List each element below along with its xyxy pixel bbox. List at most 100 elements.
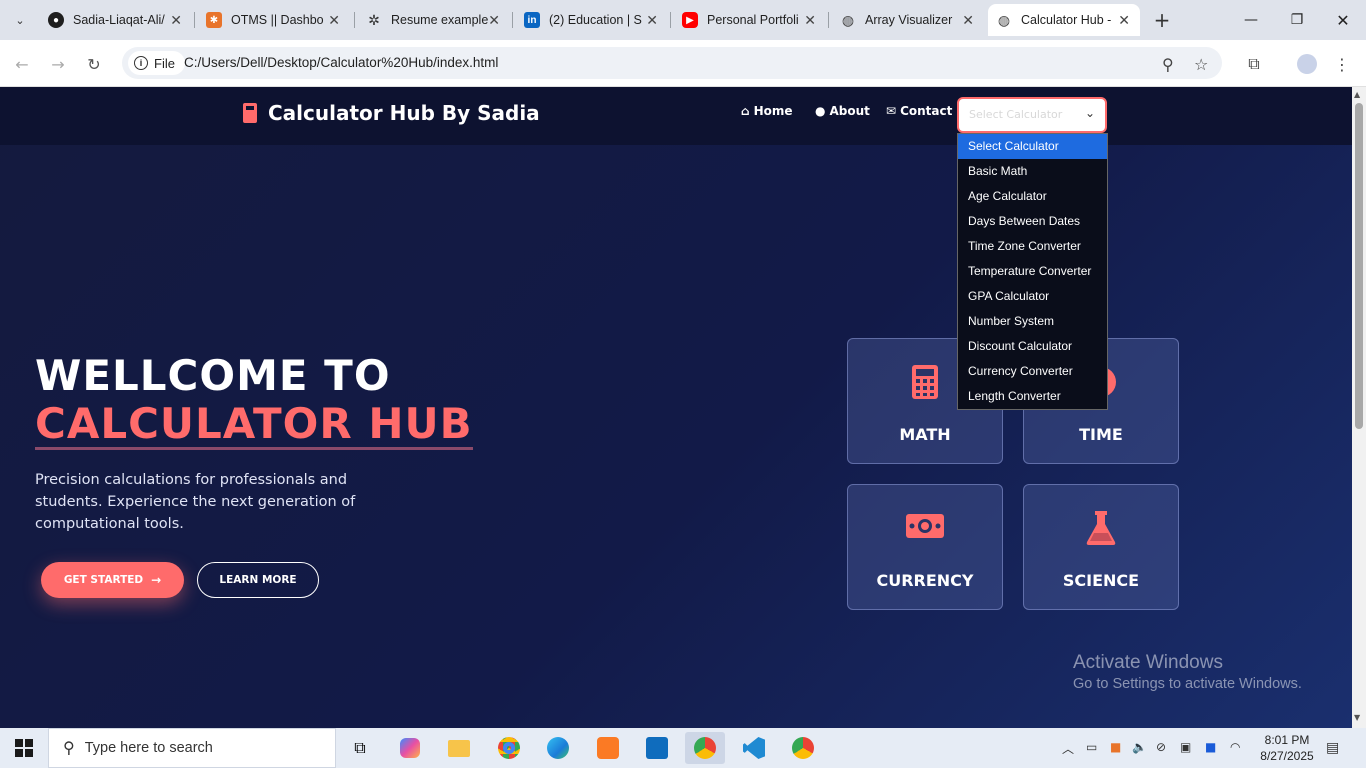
xampp-icon: ✱ (206, 12, 222, 28)
chrome-profile-icon[interactable] (685, 732, 725, 764)
tab-portfolio[interactable]: ▶ Personal Portfoli ✕ (674, 4, 826, 36)
linkedin-icon: in (524, 12, 540, 28)
windows-start-icon[interactable] (0, 728, 48, 768)
xampp-icon[interactable] (588, 732, 628, 764)
task-view-icon[interactable]: ⧉ (340, 732, 380, 764)
tab-array-visualizer[interactable]: ◍ Array Visualizer ✕ (832, 4, 984, 36)
forward-arrow-icon[interactable]: → (44, 50, 72, 78)
select-option[interactable]: Basic Math (958, 159, 1107, 184)
arrow-right-icon: → (151, 573, 162, 587)
select-option[interactable]: Days Between Dates (958, 209, 1107, 234)
close-window-icon[interactable]: ✕ (1320, 0, 1366, 40)
battery-icon[interactable]: ▭ (1086, 740, 1097, 754)
globe-icon: ◍ (841, 11, 855, 28)
bookmark-star-icon[interactable]: ☆ (1194, 55, 1208, 74)
globe-icon: ◍ (997, 11, 1011, 28)
learn-more-button[interactable]: LEARN MORE (197, 562, 319, 598)
tab-calculator-hub[interactable]: ◍ Calculator Hub - ✕ (988, 4, 1140, 36)
taskbar-clock[interactable]: 8:01 PM 8/27/2025 (1252, 732, 1322, 764)
extensions-icon[interactable]: ⧉ (1242, 52, 1266, 76)
card-currency[interactable]: CURRENCY (847, 484, 1003, 610)
hero-title-line1: WELLCOME TO (35, 351, 391, 400)
select-option[interactable]: Currency Converter (958, 359, 1107, 384)
calculator-select-dropdown: Select Calculator Basic Math Age Calcula… (957, 133, 1108, 410)
nav-home[interactable]: ⌂ Home (741, 104, 793, 118)
back-arrow-icon[interactable]: ← (8, 50, 36, 78)
github-icon: ● (48, 12, 64, 28)
money-icon (848, 511, 1002, 541)
nav-contact[interactable]: ✉ Contact (886, 104, 952, 118)
display-icon[interactable]: ▣ (1180, 740, 1191, 754)
flask-icon (1024, 511, 1178, 545)
more-menu-icon[interactable]: ⋮ (1330, 52, 1354, 76)
activate-windows-subtitle: Go to Settings to activate Windows. (1073, 676, 1302, 692)
close-tab-icon[interactable]: ✕ (962, 12, 974, 29)
show-hidden-icons-chevron-icon[interactable]: ︿ (1062, 740, 1074, 757)
tab-resume[interactable]: ✲ Resume example ✕ (358, 4, 510, 36)
youtube-icon: ▶ (682, 12, 698, 28)
copilot-icon[interactable] (390, 732, 430, 764)
browser-toolbar: ← → ↻ i File C:/Users/Dell/Desktop/Calcu… (0, 40, 1366, 87)
chevron-down-icon: ⌄ (1084, 106, 1095, 120)
close-tab-icon[interactable]: ✕ (1118, 12, 1130, 29)
select-option[interactable]: Number System (958, 309, 1107, 334)
close-tab-icon[interactable]: ✕ (804, 12, 816, 29)
web-page: Calculator Hub By Sadia ⌂ Home ● About ✉… (0, 87, 1352, 728)
select-option[interactable]: Temperature Converter (958, 259, 1107, 284)
tab-otms[interactable]: ✱ OTMS || Dashbo ✕ (198, 4, 350, 36)
select-option[interactable]: Select Calculator (958, 134, 1107, 159)
zoom-icon[interactable]: ⚲ (1162, 55, 1174, 74)
chrome-icon[interactable] (489, 732, 529, 764)
site-brand[interactable]: Calculator Hub By Sadia (243, 101, 540, 125)
calculator-select[interactable]: Select Calculator ⌄ (957, 97, 1107, 133)
close-tab-icon[interactable]: ✕ (170, 12, 182, 29)
scroll-up-icon[interactable]: ▲ (1354, 90, 1360, 99)
chatgpt-icon: ✲ (368, 11, 380, 28)
page-scrollbar[interactable]: ▲ ▼ (1352, 87, 1366, 728)
address-bar[interactable]: i File C:/Users/Dell/Desktop/Calculator%… (122, 47, 1222, 79)
get-started-button[interactable]: GET STARTED → (41, 562, 184, 598)
tab-linkedin[interactable]: in (2) Education | S ✕ (516, 4, 668, 36)
profile-avatar[interactable] (1295, 52, 1319, 76)
wifi-icon[interactable]: ◠ (1230, 740, 1240, 754)
restore-icon[interactable]: ❐ (1274, 0, 1320, 40)
user-icon: ● (815, 104, 826, 118)
volume-icon[interactable]: 🔈 (1132, 740, 1147, 754)
tab-search-chevron-icon[interactable]: ⌄ (8, 8, 32, 32)
hero-subtitle: Precision calculations for professionals… (35, 472, 356, 532)
select-option[interactable]: Discount Calculator (958, 334, 1107, 359)
url-text[interactable]: C:/Users/Dell/Desktop/Calculator%20Hub/i… (184, 55, 498, 70)
activate-windows-title: Activate Windows (1073, 652, 1223, 673)
site-navbar: Calculator Hub By Sadia ⌂ Home ● About ✉… (0, 87, 1352, 145)
close-tab-icon[interactable]: ✕ (488, 12, 500, 29)
new-tab-button[interactable]: + (1150, 8, 1174, 32)
select-option[interactable]: Time Zone Converter (958, 234, 1107, 259)
card-science[interactable]: SCIENCE (1023, 484, 1179, 610)
scroll-down-icon[interactable]: ▼ (1354, 713, 1360, 722)
select-option[interactable]: GPA Calculator (958, 284, 1107, 309)
network-off-icon[interactable]: ⊘ (1156, 740, 1166, 754)
minimize-icon[interactable]: — (1228, 0, 1274, 40)
vscode-icon[interactable] (734, 732, 774, 764)
app-tray-icon[interactable]: ■ (1205, 740, 1216, 754)
chrome-alt-icon[interactable] (783, 732, 823, 764)
close-tab-icon[interactable]: ✕ (646, 12, 658, 29)
select-option[interactable]: Age Calculator (958, 184, 1107, 209)
search-icon: ⚲ (63, 740, 75, 757)
browser-tab-strip: ⌄ ● Sadia-Liaqat-Ali/ ✕ ✱ OTMS || Dashbo… (0, 0, 1366, 40)
reload-icon[interactable]: ↻ (80, 50, 108, 78)
taskbar-search-input[interactable]: ⚲ Type here to search (48, 728, 336, 768)
xampp-tray-icon[interactable]: ■ (1110, 740, 1121, 754)
info-icon: i (134, 56, 148, 70)
select-option[interactable]: Length Converter (958, 384, 1107, 409)
file-explorer-icon[interactable] (439, 732, 479, 764)
notifications-icon[interactable]: ▤ (1326, 740, 1339, 756)
outlook-icon[interactable] (637, 732, 677, 764)
tab-github[interactable]: ● Sadia-Liaqat-Ali/ ✕ (40, 4, 192, 36)
scrollbar-thumb[interactable] (1355, 103, 1363, 429)
envelope-icon: ✉ (886, 104, 897, 118)
edge-icon[interactable] (538, 732, 578, 764)
close-tab-icon[interactable]: ✕ (328, 12, 340, 29)
nav-about[interactable]: ● About (815, 104, 870, 118)
site-info-chip[interactable]: i File (128, 51, 185, 75)
